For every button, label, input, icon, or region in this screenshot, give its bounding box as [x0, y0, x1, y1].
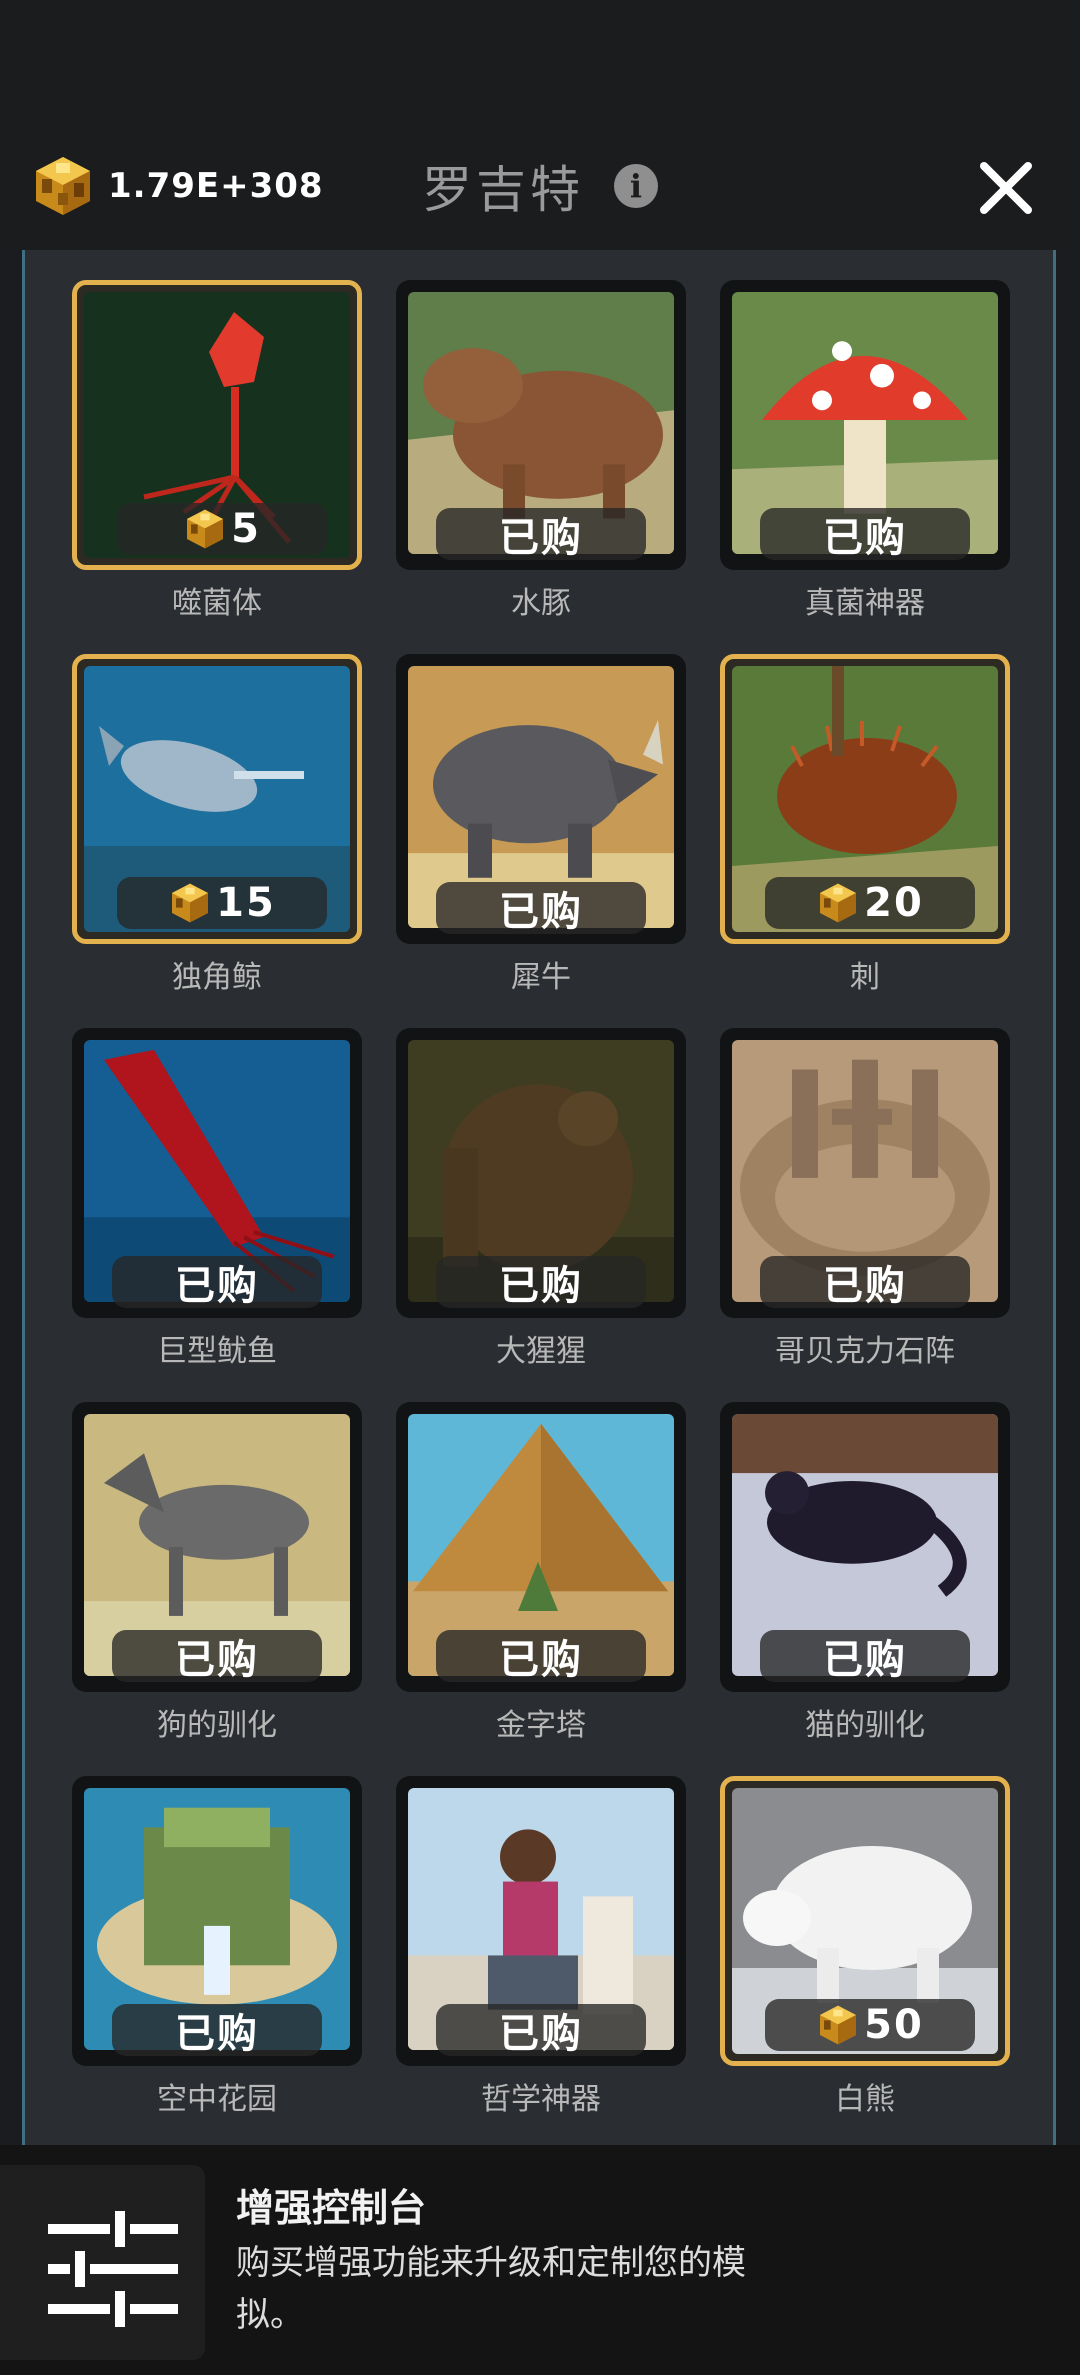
item-card[interactable]: 5 [72, 280, 362, 570]
item-name: 狗的驯化 [157, 1708, 277, 1743]
item-name: 犀牛 [511, 960, 571, 995]
upgrade-console-title: 增强控制台 [236, 2186, 427, 2230]
price-badge: 5 [117, 503, 327, 555]
owned-label: 已购 [823, 1263, 907, 1309]
currency-display: 1.79E+308 [30, 150, 324, 222]
owned-label: 已购 [823, 515, 907, 561]
owned-badge: 已购 [436, 1630, 646, 1683]
item-name: 独角鲸 [172, 960, 262, 995]
item-card[interactable]: 已购 [72, 1776, 362, 2066]
owned-badge: 已购 [436, 2004, 646, 2057]
owned-label: 已购 [175, 1637, 259, 1683]
currency-amount: 1.79E+308 [108, 166, 324, 206]
owned-label: 已购 [499, 1263, 583, 1309]
item-name: 刺 [850, 960, 880, 995]
owned-badge: 已购 [436, 508, 646, 561]
item-card[interactable]: 已购 [720, 1402, 1010, 1692]
item-card[interactable]: 已购 [396, 654, 686, 944]
item-card[interactable]: 已购 [396, 280, 686, 570]
info-icon[interactable]: i [614, 164, 658, 208]
item-card[interactable]: 已购 [720, 1028, 1010, 1318]
owned-label: 已购 [499, 889, 583, 935]
item-name: 白熊 [835, 2082, 895, 2117]
gold-cube-icon [172, 883, 209, 923]
price-value: 15 [216, 880, 276, 926]
price-badge: 15 [117, 877, 327, 929]
owned-badge: 已购 [112, 1630, 322, 1683]
item-name: 空中花园 [157, 2082, 277, 2117]
owned-badge: 已购 [436, 1256, 646, 1309]
owned-badge: 已购 [436, 882, 646, 935]
price-value: 5 [231, 506, 261, 552]
item-name: 水豚 [511, 586, 571, 621]
gold-cube-icon [187, 509, 224, 549]
item-name: 真菌神器 [805, 586, 925, 621]
item-card[interactable]: 已购 [72, 1028, 362, 1318]
item-card[interactable]: 20 [720, 654, 1010, 944]
owned-badge: 已购 [112, 1256, 322, 1309]
sliders-icon-box [0, 2165, 205, 2360]
owned-badge: 已购 [760, 508, 970, 561]
owned-label: 已购 [175, 2011, 259, 2057]
item-name: 哥贝克力石阵 [775, 1334, 955, 1369]
item-card[interactable]: 已购 [396, 1776, 686, 2066]
owned-label: 已购 [499, 2011, 583, 2057]
owned-badge: 已购 [112, 2004, 322, 2057]
item-name: 噬菌体 [172, 586, 262, 621]
item-name: 哲学神器 [481, 2082, 601, 2117]
upgrade-console-banner[interactable]: 增强控制台 购买增强功能来升级和定制您的模拟。 [0, 2145, 1080, 2375]
owned-label: 已购 [823, 1637, 907, 1683]
owned-label: 已购 [175, 1263, 259, 1309]
owned-label: 已购 [499, 515, 583, 561]
sliders-icon [48, 2211, 178, 2327]
price-badge: 20 [765, 877, 975, 929]
item-card[interactable]: 50 [720, 1776, 1010, 2066]
item-card[interactable]: 已购 [720, 280, 1010, 570]
item-card[interactable]: 15 [72, 654, 362, 944]
owned-badge: 已购 [760, 1256, 970, 1309]
upgrade-console-description: 购买增强功能来升级和定制您的模拟。 [236, 2243, 746, 2335]
item-name: 猫的驯化 [805, 1708, 925, 1743]
owned-label: 已购 [499, 1637, 583, 1683]
gold-cube-icon [820, 2005, 857, 2045]
gold-cube-icon [820, 883, 857, 923]
owned-badge: 已购 [760, 1630, 970, 1683]
gold-cube-icon [36, 157, 90, 215]
item-card[interactable]: 已购 [396, 1402, 686, 1692]
item-card[interactable]: 已购 [396, 1028, 686, 1318]
price-value: 50 [864, 2002, 924, 2048]
close-icon[interactable] [976, 158, 1036, 218]
item-card[interactable]: 已购 [72, 1402, 362, 1692]
price-badge: 50 [765, 1999, 975, 2051]
price-value: 20 [864, 880, 924, 926]
item-name: 巨型鱿鱼 [157, 1334, 277, 1369]
item-name: 大猩猩 [496, 1334, 586, 1369]
item-name: 金字塔 [496, 1708, 586, 1743]
